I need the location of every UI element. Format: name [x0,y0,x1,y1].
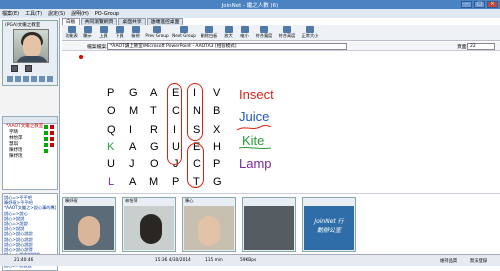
puzzle-letter: K [107,141,115,153]
menu-help[interactable]: 說明(H) [71,10,89,17]
zoom-in-button[interactable]: 放大 [221,25,236,40]
microphone-icon[interactable] [25,65,32,72]
next-page-button[interactable]: 下頁 [112,25,127,40]
puzzle-letter: J [129,158,135,170]
video-thumb[interactable]: 林怡萍 [122,197,176,252]
tab-remote-control[interactable]: 遠端遙控桌面 [146,18,184,25]
maximize-button[interactable]: □ [474,1,485,8]
window-title: JoinNet - 繼之人數 (6) [221,3,279,9]
meeting-time: 15:36 4/30/2014 [155,258,191,263]
fit-width-button[interactable]: 符合寬度 [253,25,275,40]
duration: 115 min [205,258,223,263]
view-button[interactable]: 檢視 [128,25,143,40]
left-panel: (PGA)文繼之教室 *AAOT文繼之教室 宇晴 林怡萍 慧琪 陳妤瑄 陳妤瑄 … [0,18,60,271]
puzzle-letter: A [129,141,137,153]
puzzle-letter: Q [107,124,116,136]
normal-size-button[interactable]: 正常大小 [299,25,321,40]
control-icon[interactable] [7,76,13,82]
bitrate: 59KBps [240,258,257,263]
puzzle-letter: M [129,105,139,117]
joinnet-logo: JoinNet 行動辦公室 [314,218,344,234]
participant-item[interactable]: 陳妤瑄 [3,154,57,160]
puzzle-letter: A [129,176,137,188]
user-video [13,29,49,63]
prev-page-button[interactable]: 上頁 [96,25,111,40]
word-lamp: Lamp [239,156,272,171]
delete-whiteboard-button[interactable]: 刪除白板 [198,25,220,40]
whiteboard-toolbar: 功能表 顯示 上頁 下頁 檢視 Prev Group Next Group 刪除… [62,25,500,41]
puzzle-letter: G [213,176,222,188]
menu-bar: 檔案(E) 工具(T) 說定(S) 說明(H) PO-Group [0,9,500,18]
video-thumbnails: 陳妤瑄 林怡萍 陳心 JoinNet 行動辦公室 [62,193,500,253]
menu-settings[interactable]: 說定(S) [48,10,65,17]
display-button[interactable]: 顯示 [80,25,95,40]
word-insect: Insect [239,87,274,102]
puzzle-letter: A [150,87,158,99]
video-thumb[interactable]: 陳心 [182,197,236,252]
menu-po-group[interactable]: PO-Group [95,11,119,17]
tab-whiteboard[interactable]: 白板 [62,18,80,25]
zoom-out-button[interactable]: 縮小 [237,25,252,40]
minimize-button[interactable]: – [461,1,472,8]
video-thumb[interactable]: JoinNet 行動辦公室 [302,197,356,252]
puzzle-letter: H [213,141,221,153]
login-status: 無法登錄 [470,259,488,264]
puzzle-letter: V [213,87,221,99]
control-icon[interactable] [31,76,37,82]
puzzle-letter: P [213,158,221,170]
menu-tools[interactable]: 工具(T) [25,10,42,17]
control-icon[interactable] [47,76,53,82]
annotation-circle [187,143,204,188]
camera-icon[interactable] [11,65,18,72]
menu-button[interactable]: 功能表 [64,25,79,40]
participant-list: *AAOT文繼之教室 宇晴 林怡萍 慧琪 陳妤瑄 陳妤瑄 [2,116,58,190]
puzzle-letter: G [150,141,159,153]
juice-underline [236,124,272,131]
close-button[interactable]: × [487,1,498,8]
puzzle-letter: P [172,176,180,188]
puzzle-letter: G [129,87,138,99]
next-group-button[interactable]: Next Group [171,25,197,40]
word-juice: Juice [239,109,270,124]
annotation-circle [187,83,203,141]
title-bar: JoinNet - 繼之人數 (6) – □ × [0,0,500,9]
puzzle-letter: I [129,124,133,136]
menu-file[interactable]: 檔案(E) [2,10,19,17]
status-bar: 21:40:46 15:36 4/30/2014 115 min 59KBps … [0,254,500,266]
puzzle-letter: X [213,124,221,136]
control-icon[interactable] [39,76,45,82]
user-card: (PGA)文繼之教室 [2,20,58,86]
pin-icon [79,55,83,59]
quality-status: 維持品質 [440,259,458,264]
clock-time: 21:40:46 [14,258,34,263]
file-select[interactable]: *AAOT讀上教室\Microsoft PowerPoint - AAOTA3 … [107,43,347,50]
kite-underline [238,146,272,150]
tab-bar: 白板 共同瀏覽網頁 桌面共享 遠端遙控桌面 [62,18,184,25]
prev-group-button[interactable]: Prev Group [144,25,170,40]
video-thumb[interactable]: 陳妤瑄 [62,197,116,252]
chat-line: *AAOT文繼之>說心事的專訂 [4,205,56,211]
fit-height-button[interactable]: 符合高度 [276,25,298,40]
puzzle-letter: R [150,124,158,136]
puzzle-letter: M [149,176,159,188]
puzzle-letter: U [107,158,115,170]
control-icon[interactable] [23,76,29,82]
puzzle-letter: B [213,105,221,117]
control-icon[interactable] [15,76,21,82]
annotation-circle [167,83,182,165]
video-thumb[interactable] [242,197,296,252]
tab-co-browse[interactable]: 共同瀏覽網頁 [80,18,118,25]
user-name: (PGA)文繼之教室 [5,23,41,28]
puzzle-letter: L [108,176,115,188]
page-select[interactable]: 22 [467,43,495,50]
puzzle-letter: O [150,158,159,170]
puzzle-letter: O [107,105,116,117]
tab-desktop-share[interactable]: 桌面共享 [118,18,146,25]
file-label: 檔案檔案: [87,45,108,50]
whiteboard-slide[interactable] [62,52,500,192]
puzzle-letter: P [107,87,115,99]
puzzle-letter: T [150,105,157,117]
file-bar: 檔案檔案: *AAOT讀上教室\Microsoft PowerPoint - A… [62,42,500,51]
